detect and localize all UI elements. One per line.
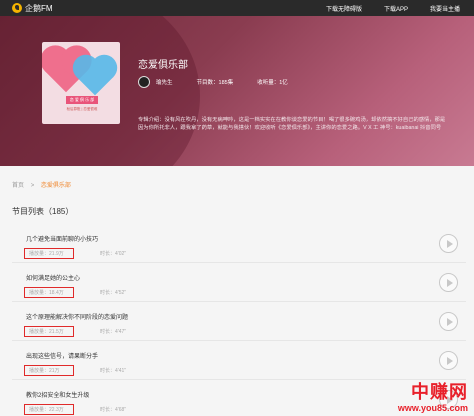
subscriber-count: 收听量：1亿 — [257, 80, 288, 86]
episode-title[interactable]: 这个原理能解决你不同阶段的恋爱问题 — [26, 312, 128, 321]
play-button[interactable] — [439, 273, 458, 292]
list-item[interactable]: 这个原理能解决你不同阶段的恋爱问题 播放量：21.5万 时长：4'47" — [12, 302, 466, 341]
breadcrumb-home[interactable]: 首页 — [12, 183, 24, 189]
breadcrumb: 首页 > 恋爱俱乐部 — [12, 180, 71, 189]
duration: 时长：4'52" — [100, 290, 127, 296]
play-button[interactable] — [439, 351, 458, 370]
duration: 时长：4'47" — [100, 329, 127, 335]
cover-tag: 恋 爱 俱 乐 部 — [66, 96, 98, 104]
breadcrumb-separator: > — [30, 183, 35, 189]
blue-heart-icon — [76, 58, 114, 96]
play-count: 播放量：22.3万 — [24, 404, 74, 415]
logo[interactable]: 企鹅FM — [12, 3, 53, 14]
watermark-text: 中赚网 — [411, 382, 468, 403]
album-title: 恋爱俱乐部 — [138, 60, 188, 71]
author-name[interactable]: 瑜先生 — [156, 78, 173, 86]
list-item[interactable]: 出现这些信号，请果断分手 播放量：21万 时长：4'41" — [12, 341, 466, 380]
album-meta: 瑜先生 节目数：185集 收听量：1亿 — [138, 76, 312, 88]
play-button[interactable] — [439, 234, 458, 253]
album-header: 恋 爱 俱 乐 部 秋后算账 | 恋爱很难 恋爱俱乐部 瑜先生 节目数：185集… — [0, 16, 474, 166]
album-description: 专辑介绍：没有风在吹丹，没有无病呻吟，这是一档实实在在教你谈恋爱的节目！喝了很多… — [138, 117, 446, 131]
album-cover: 恋 爱 俱 乐 部 秋后算账 | 恋爱很难 — [42, 42, 120, 124]
avatar[interactable] — [138, 76, 150, 88]
penguin-logo-icon — [12, 3, 22, 13]
download-accessible-link[interactable]: 下载无障碍版 — [326, 4, 362, 13]
episode-list-title: 节目列表（185） — [12, 207, 74, 216]
episode-title[interactable]: 教你2招安全和女生升级 — [26, 390, 89, 399]
play-count: 播放量：21.5万 — [24, 326, 74, 337]
watermark-url: www.you85.com — [397, 403, 468, 413]
play-button[interactable] — [439, 312, 458, 331]
logo-text: 企鹅FM — [25, 3, 53, 13]
download-app-link[interactable]: 下载APP — [384, 4, 408, 13]
breadcrumb-current: 恋爱俱乐部 — [40, 183, 71, 189]
play-count: 播放量：21.9万 — [24, 248, 74, 259]
episode-title[interactable]: 出现这些信号，请果断分手 — [26, 351, 98, 360]
top-nav: 下载无障碍版 下载APP 我要当主播 — [326, 0, 460, 16]
episode-title[interactable]: 如何满足她的公主心 — [26, 273, 80, 282]
play-count: 播放量：21万 — [24, 365, 74, 376]
watermark: 中赚网 www.you85.com — [398, 378, 468, 413]
top-bar: 企鹅FM 下载无障碍版 下载APP 我要当主播 — [0, 0, 474, 16]
list-item[interactable]: 如何满足她的公主心 播放量：18.4万 时长：4'52" — [12, 263, 466, 302]
duration: 时长：4'41" — [100, 368, 127, 374]
duration: 时长：4'02" — [100, 251, 127, 257]
play-count: 播放量：18.4万 — [24, 287, 74, 298]
list-item[interactable]: 几个避免当面前聊的小技巧 播放量：21.9万 时长：4'02" — [12, 224, 466, 263]
episode-title[interactable]: 几个避免当面前聊的小技巧 — [26, 234, 98, 243]
cover-subtitle: 秋后算账 | 恋爱很难 — [66, 107, 98, 111]
become-host-link[interactable]: 我要当主播 — [430, 4, 460, 13]
episode-count: 节目数：185集 — [196, 80, 234, 86]
duration: 时长：4'68" — [100, 407, 127, 413]
